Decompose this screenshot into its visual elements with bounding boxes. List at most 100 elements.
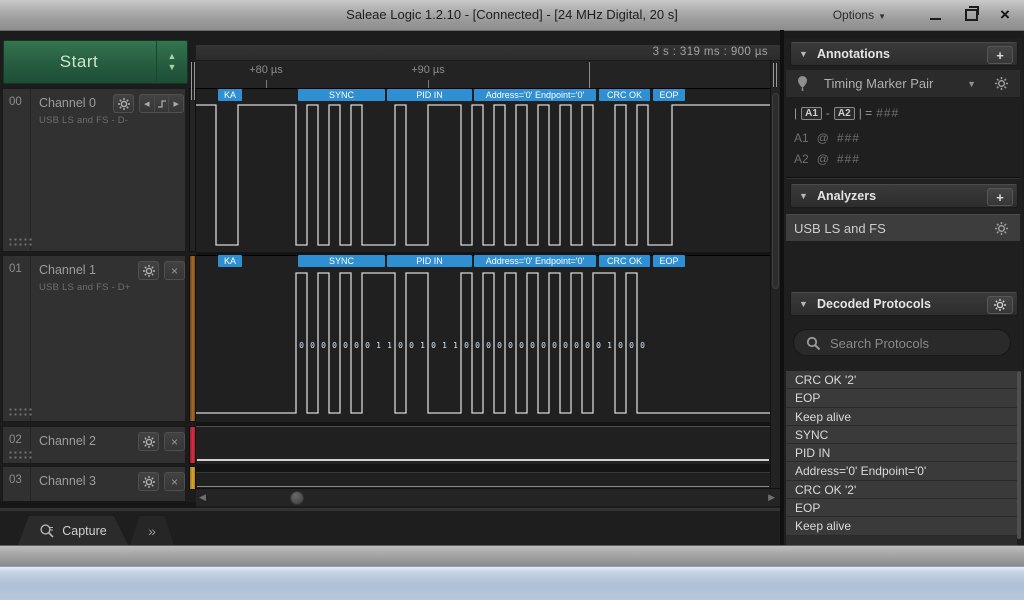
bit-value: 0 (299, 341, 304, 350)
channel-1-color-strip (189, 255, 196, 422)
arrow-right-icon: ▶ (173, 100, 179, 108)
bit-value: 0 (618, 341, 623, 350)
list-scrollbar-thumb[interactable] (1017, 371, 1021, 539)
protocol-search-box[interactable] (793, 329, 1011, 356)
more-tabs-icon: » (148, 522, 156, 539)
horizontal-scrollbar[interactable]: ◀ ▶ (196, 488, 780, 506)
trigger-prev-button[interactable]: ◀ (140, 95, 155, 112)
channel-drag-handle[interactable] (8, 237, 32, 247)
channel-settings-button[interactable] (113, 94, 134, 113)
decoded-protocols-settings-button[interactable] (987, 296, 1013, 314)
decoded-protocol-row[interactable]: CRC OK '2' (786, 371, 1017, 390)
decoded-protocol-row[interactable]: Keep alive (786, 517, 1017, 536)
close-button[interactable]: × (988, 0, 1022, 30)
channel-settings-button[interactable] (138, 472, 159, 491)
channel-remove-button[interactable]: × (164, 432, 185, 451)
close-icon: × (170, 434, 178, 449)
spinner-down-icon[interactable]: ▼ (168, 63, 177, 72)
bit-value: 0 (332, 341, 337, 350)
decoded-protocol-row[interactable]: PID IN (786, 444, 1017, 463)
decoded-protocol-row[interactable]: Keep alive (786, 407, 1017, 426)
vertical-scrollbar-thumb[interactable] (772, 93, 779, 289)
bit-value: 1 (442, 341, 447, 350)
tab-more-button[interactable]: » (130, 516, 174, 545)
horizontal-scrollbar-thumb[interactable] (290, 491, 304, 505)
timeline-header: 3 s : 319 ms : 900 µs (196, 45, 780, 61)
gear-icon[interactable] (995, 77, 1008, 90)
add-analyzer-button[interactable]: + (987, 188, 1013, 206)
pane-splitter-handle[interactable] (189, 62, 196, 100)
bit-value: 0 (552, 341, 557, 350)
divider (30, 89, 31, 251)
bit-value: 0 (310, 341, 315, 350)
restore-icon (964, 6, 979, 21)
start-label: Start (59, 52, 99, 71)
bit-value: 0 (464, 341, 469, 350)
bit-value: 0 (321, 341, 326, 350)
analyzers-section-header[interactable]: ▼ Analyzers + (790, 184, 1018, 208)
marker-a1-button[interactable]: A1 (801, 106, 822, 120)
channel-remove-button[interactable]: × (164, 472, 185, 491)
decoded-protocols-section-header[interactable]: ▼ Decoded Protocols (790, 292, 1018, 316)
taskbar: PL ▲ 09:57 (0, 566, 1024, 600)
waveform-channel-2-flat (197, 459, 769, 461)
search-icon (806, 336, 821, 351)
collapse-icon: ▼ (799, 191, 808, 201)
tab-capture-label: Capture (62, 523, 107, 538)
timing-marker-pair-row[interactable]: Timing Marker Pair ▼ (786, 70, 1020, 98)
decoded-protocol-row[interactable]: EOP (786, 499, 1017, 518)
tab-capture[interactable]: Capture (18, 516, 128, 545)
trigger-next-button[interactable]: ▶ (169, 95, 183, 112)
channel-number: 02 (9, 434, 22, 446)
scroll-right-icon[interactable]: ▶ (768, 492, 775, 503)
channel-drag-handle[interactable] (8, 450, 32, 460)
options-menu[interactable]: Options ▼ (833, 0, 886, 30)
bit-value: 0 (541, 341, 546, 350)
channel-remove-button[interactable]: × (164, 261, 185, 280)
title-bar[interactable]: Saleae Logic 1.2.10 - [Connected] - [24 … (0, 0, 1024, 31)
ruler-tick (266, 80, 267, 88)
marker-delta-formula: | A1 - A2 | = ### (794, 106, 899, 120)
marker-value: ### (836, 131, 860, 145)
pane-splitter-handle[interactable] (771, 63, 778, 87)
channel-trigger-group[interactable]: ◀ ▶ (139, 94, 184, 113)
trigger-edge-icon (157, 99, 166, 108)
decoded-protocol-row[interactable]: SYNC (786, 425, 1017, 445)
timeline-ruler[interactable]: +80 µs +90 µs (196, 61, 780, 88)
decoded-protocol-row[interactable]: CRC OK '2' (786, 480, 1017, 500)
analyzers-title: Analyzers (817, 189, 877, 203)
gear-icon (994, 299, 1006, 311)
capture-options-spinner[interactable]: ▲ ▼ (157, 41, 187, 83)
close-icon: × (170, 263, 178, 278)
analyzer-name: USB LS and FS (794, 221, 886, 236)
decoded-protocols-list[interactable]: CRC OK '2' EOP Keep alive SYNC PID IN Address… (786, 371, 1017, 545)
gear-icon[interactable] (995, 222, 1008, 235)
analyzer-item-usb-ls-fs[interactable]: USB LS and FS (786, 214, 1020, 242)
plus-icon: + (996, 47, 1004, 63)
channel-drag-handle[interactable] (8, 407, 32, 417)
timeline-position-display: 3 s : 319 ms : 900 µs (652, 46, 768, 58)
channel-settings-button[interactable] (138, 432, 159, 451)
channel-number: 03 (9, 474, 22, 486)
channel-settings-button[interactable] (138, 261, 159, 280)
minimize-button[interactable] (918, 0, 952, 30)
decoded-protocol-row[interactable]: Address='0' Endpoint='0' (786, 462, 1017, 481)
decoded-bits-row: 00000001100101100000000000001000 (196, 340, 770, 351)
decoded-protocol-row[interactable]: EOP (786, 389, 1017, 408)
spinner-up-icon[interactable]: ▲ (168, 52, 177, 61)
trigger-edge-button[interactable] (155, 95, 170, 112)
annotations-section-header[interactable]: ▼ Annotations + (790, 42, 1018, 66)
bit-value: 0 (629, 341, 634, 350)
gear-icon (142, 264, 155, 277)
channel-name: Channel 1 (39, 263, 96, 277)
start-capture-button[interactable]: Start ▲ ▼ (3, 40, 188, 84)
restore-button[interactable] (954, 0, 988, 30)
vertical-scrollbar[interactable] (770, 61, 780, 488)
search-input[interactable] (828, 333, 1002, 354)
scroll-left-icon[interactable]: ◀ (199, 492, 206, 503)
marker-label: A2 (794, 152, 809, 166)
marker-a2-button[interactable]: A2 (833, 106, 855, 120)
channel-analyzer-label: USB LS and FS - D+ (39, 282, 131, 293)
add-annotation-button[interactable]: + (987, 46, 1013, 64)
protocol-bubble: KA (218, 255, 242, 267)
